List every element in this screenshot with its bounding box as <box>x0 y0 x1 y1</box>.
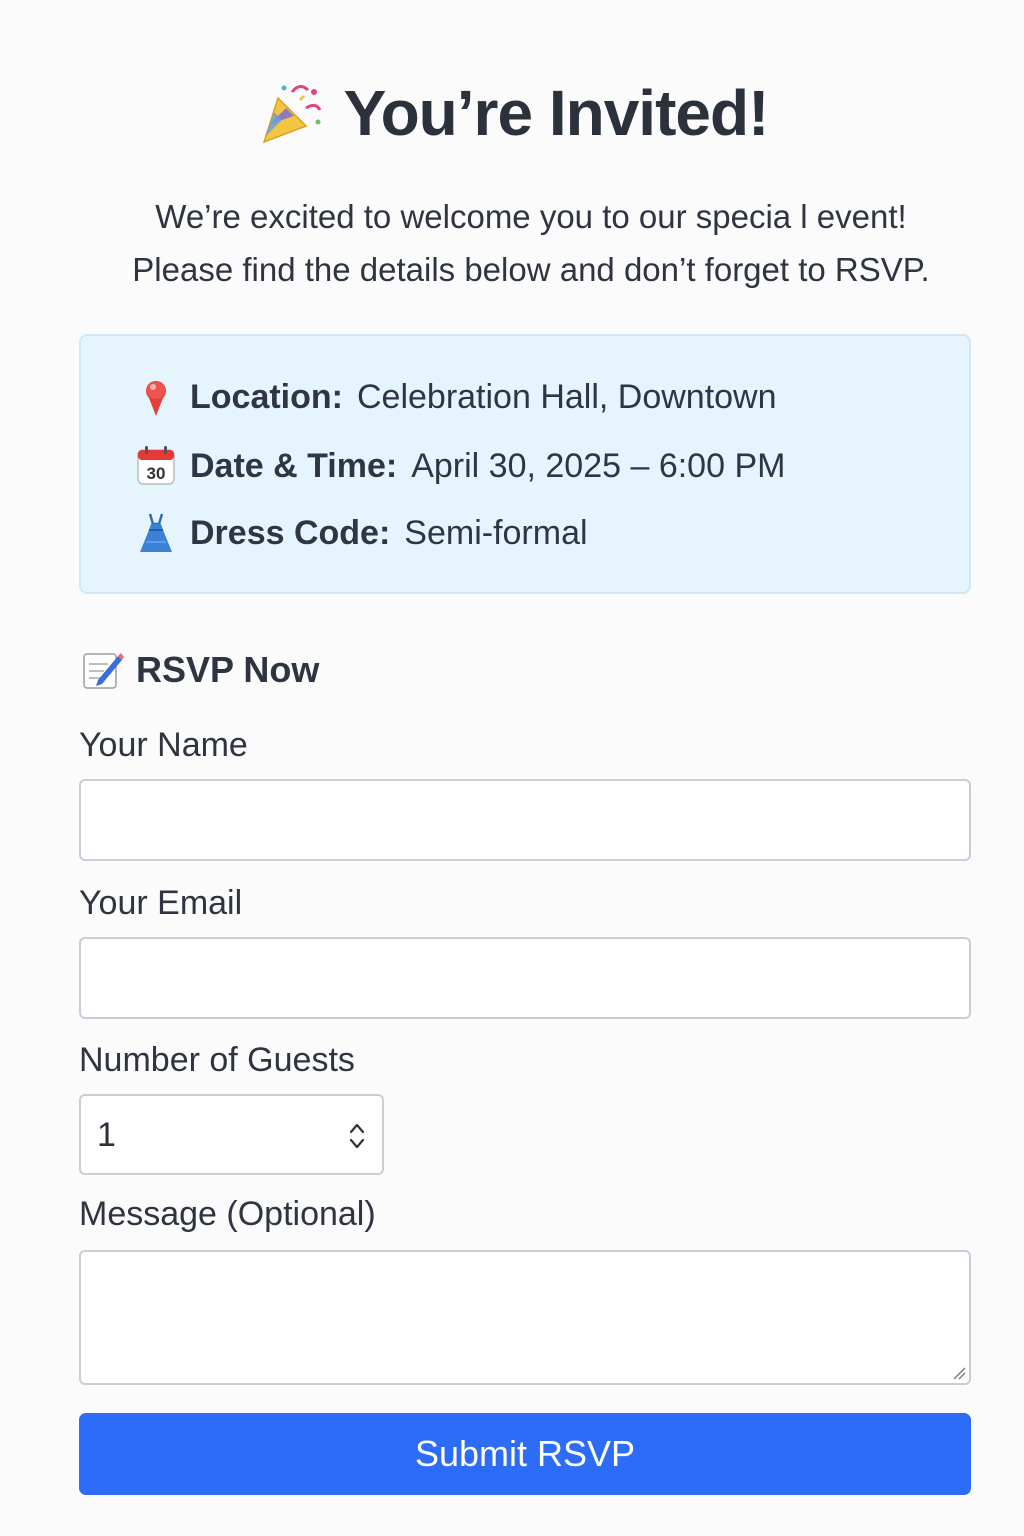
calendar-day-text: 30 <box>147 464 166 483</box>
rsvp-heading: RSVP Now <box>80 648 319 692</box>
guests-number-input[interactable]: 1 <box>79 1094 384 1175</box>
dress-code-value: Semi-formal <box>404 513 588 552</box>
name-label: Your Name <box>79 726 248 764</box>
intro-text: We’re excited to welcome you to our spec… <box>0 190 1024 296</box>
message-label: Message (Optional) <box>79 1195 376 1233</box>
datetime-label: Date & Time: <box>190 446 398 485</box>
dress-code-row: Dress Code: Semi-formal <box>136 512 588 554</box>
dress-icon <box>140 513 172 552</box>
dress-code-label: Dress Code: <box>190 513 391 552</box>
resize-handle-icon[interactable] <box>952 1366 966 1380</box>
datetime-row: 30 Date & Time: April 30, 2025 – 6:00 PM <box>136 445 785 487</box>
memo-icon <box>83 653 124 689</box>
event-details-card: Location: Celebration Hall, Downtown 30 … <box>79 334 971 594</box>
spinner-arrows-icon[interactable] <box>346 1118 368 1154</box>
location-pin-icon <box>146 380 166 416</box>
page-title: You’re Invited! <box>343 77 770 149</box>
email-label: Your Email <box>79 884 243 922</box>
party-popper-icon <box>262 85 321 144</box>
intro-line-1: We’re excited to welcome you to our spec… <box>155 198 907 235</box>
page-header: You’re Invited! <box>0 78 1024 148</box>
rsvp-heading-text: RSVP Now <box>136 649 320 690</box>
location-label: Location: <box>190 377 343 416</box>
name-input[interactable] <box>79 779 971 861</box>
message-textarea[interactable] <box>79 1250 971 1385</box>
datetime-value: April 30, 2025 – 6:00 PM <box>411 446 786 485</box>
guests-label: Number of Guests <box>79 1041 355 1079</box>
calendar-icon: 30 <box>137 446 175 485</box>
email-input[interactable] <box>79 937 971 1019</box>
submit-rsvp-button[interactable]: Submit RSVP <box>79 1413 971 1495</box>
guests-value: 1 <box>97 1116 116 1154</box>
location-row: Location: Celebration Hall, Downtown <box>136 376 777 418</box>
location-value: Celebration Hall, Downtown <box>356 377 777 416</box>
intro-line-2: Please find the details below and don’t … <box>132 251 930 288</box>
